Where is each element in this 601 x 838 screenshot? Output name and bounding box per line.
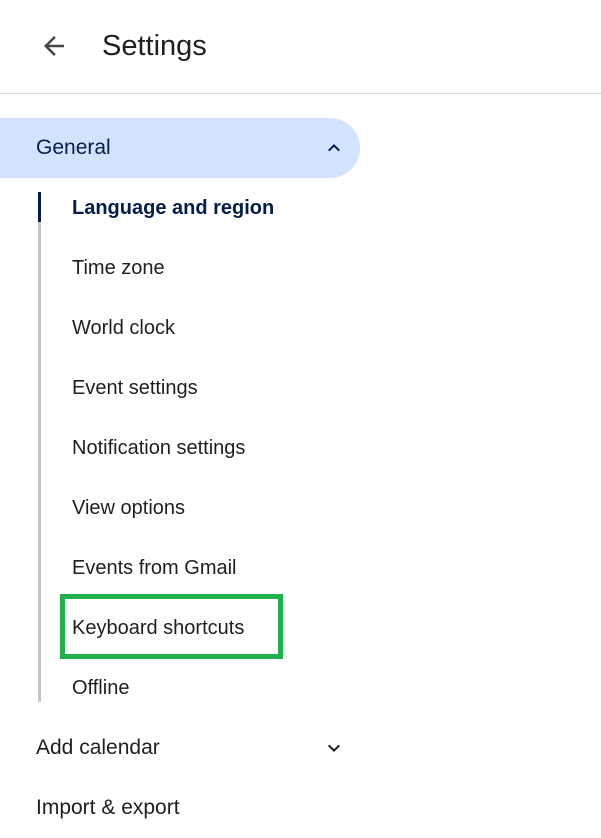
nav-item-label: Keyboard shortcuts <box>72 617 245 639</box>
chevron-down-icon <box>322 736 346 760</box>
chevron-up-icon <box>322 136 346 160</box>
nav-item-view-options[interactable]: View options <box>0 478 601 538</box>
section-add-calendar-label: Add calendar <box>36 736 160 759</box>
section-general[interactable]: General <box>0 118 360 178</box>
nav-item-keyboard-shortcuts[interactable]: Keyboard shortcuts <box>0 598 601 658</box>
nav-item-label: Notification settings <box>72 437 246 459</box>
nav-item-event-settings[interactable]: Event settings <box>0 358 601 418</box>
nav-item-label: Time zone <box>72 257 165 279</box>
nav-item-offline[interactable]: Offline <box>0 658 601 718</box>
nav-item-notification-settings[interactable]: Notification settings <box>0 418 601 478</box>
section-add-calendar[interactable]: Add calendar <box>0 718 360 778</box>
nav-item-label: World clock <box>72 317 175 339</box>
nav-item-time-zone[interactable]: Time zone <box>0 238 601 298</box>
section-general-label: General <box>36 136 111 159</box>
section-import-export-label: Import & export <box>36 796 180 819</box>
section-import-export[interactable]: Import & export <box>0 778 360 838</box>
nav-item-events-from-gmail[interactable]: Events from Gmail <box>0 538 601 598</box>
nav-item-label: Events from Gmail <box>72 557 237 579</box>
settings-header: Settings <box>0 0 601 94</box>
back-button[interactable] <box>30 22 78 70</box>
nav-item-label: Language and region <box>72 197 275 219</box>
nav-item-language-and-region[interactable]: Language and region <box>0 178 601 238</box>
nav-item-label: Offline <box>72 677 130 699</box>
nav-item-label: View options <box>72 497 186 519</box>
general-sub-list: Language and region Time zone World cloc… <box>0 178 601 718</box>
nav-item-world-clock[interactable]: World clock <box>0 298 601 358</box>
nav-item-label: Event settings <box>72 377 198 399</box>
arrow-back-icon <box>44 36 64 56</box>
page-title: Settings <box>102 30 207 62</box>
